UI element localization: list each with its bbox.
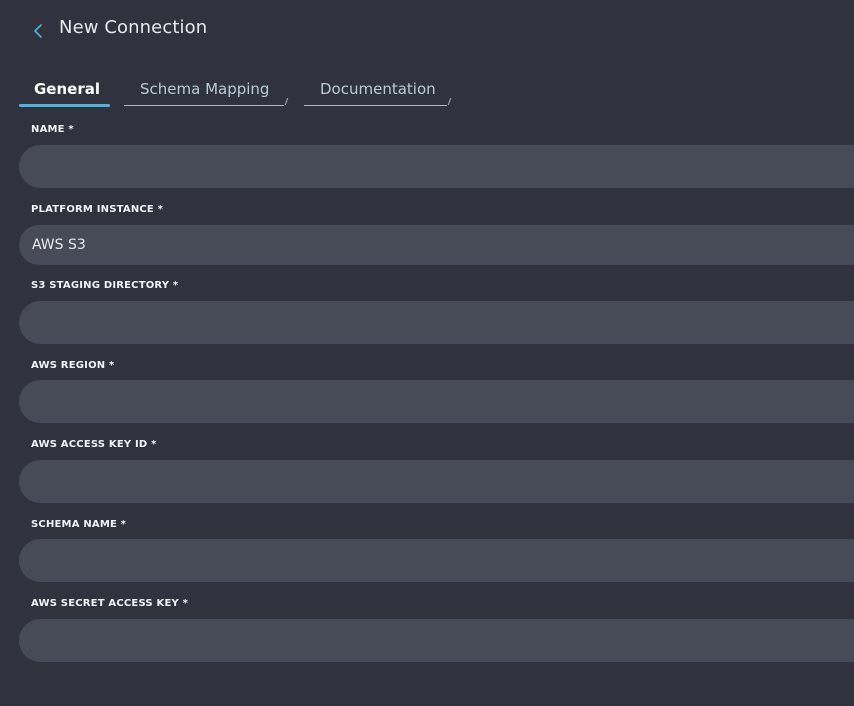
new-connection-page: New Connection General Schema Mapping Do… <box>0 0 854 706</box>
aws-region-input[interactable] <box>19 380 854 423</box>
page-title: New Connection <box>59 17 208 38</box>
tab-documentation[interactable]: Documentation <box>320 80 436 98</box>
chevron-left-icon[interactable] <box>31 23 45 39</box>
s3-staging-directory-input[interactable] <box>19 301 854 344</box>
tab-underline-hook <box>279 98 289 105</box>
tab-underline <box>124 105 284 106</box>
page-header: New Connection <box>0 0 854 60</box>
aws-region-label: AWS REGION * <box>31 360 115 371</box>
tab-underline <box>304 105 447 106</box>
active-tab-indicator <box>19 104 110 107</box>
s3-staging-directory-label: S3 STAGING DIRECTORY * <box>31 280 179 291</box>
tab-underline-hook <box>442 98 452 105</box>
aws-access-key-id-input[interactable] <box>19 460 854 503</box>
name-input[interactable] <box>19 145 854 188</box>
tab-general[interactable]: General <box>34 80 100 98</box>
tab-schema-mapping[interactable]: Schema Mapping <box>140 80 269 98</box>
aws-secret-access-key-label: AWS SECRET ACCESS KEY * <box>31 598 189 609</box>
aws-access-key-id-label: AWS ACCESS KEY ID * <box>31 439 157 450</box>
platform-instance-label: PLATFORM INSTANCE * <box>31 204 164 215</box>
platform-instance-input[interactable] <box>19 225 854 265</box>
name-label: NAME * <box>31 124 74 135</box>
schema-name-label: SCHEMA NAME * <box>31 519 127 530</box>
aws-secret-access-key-input[interactable] <box>19 619 854 662</box>
tab-bar: General Schema Mapping Documentation <box>0 70 854 110</box>
schema-name-input[interactable] <box>19 539 854 582</box>
